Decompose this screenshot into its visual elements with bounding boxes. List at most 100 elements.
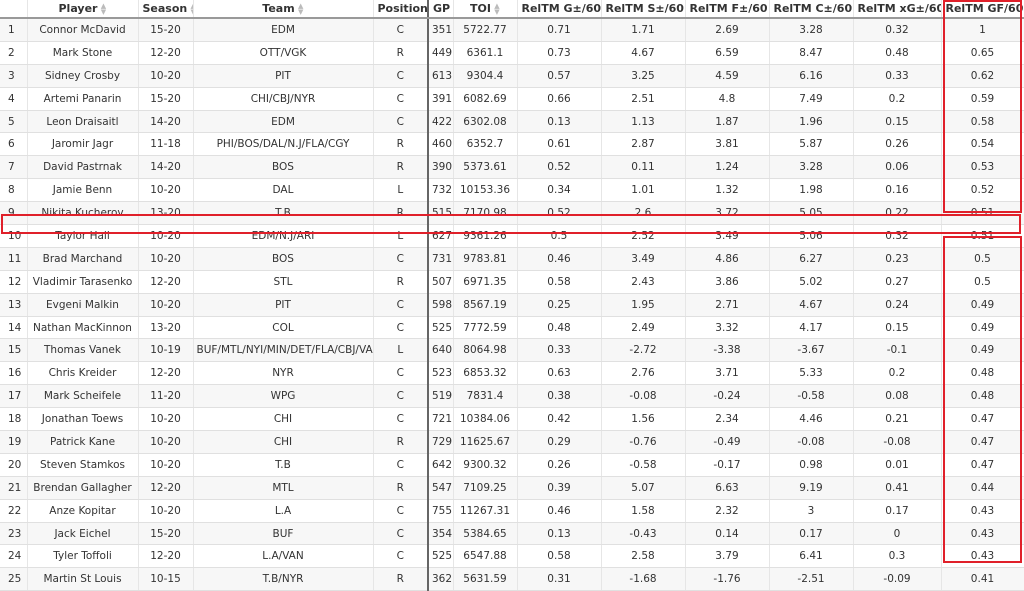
rank-cell: 4 <box>0 87 28 111</box>
reltm-xg-cell: 0.01 <box>853 453 942 477</box>
reltm-f-cell: 1.87 <box>685 110 770 134</box>
season-cell: 12-20 <box>138 544 194 569</box>
season-cell: 10-20 <box>138 178 194 203</box>
toi-cell: 8064.98 <box>453 338 518 363</box>
position-cell: C <box>373 87 429 111</box>
reltm-s-cell: 2.52 <box>601 224 686 248</box>
reltm-f-cell: 1.24 <box>685 155 770 180</box>
table-row[interactable]: 16 Chris Kreider 12-20 NYR C 523 6853.32 0.63 2.… <box>0 361 1024 386</box>
reltm-g-cell: 0.31 <box>517 567 602 591</box>
season-cell: 10-20 <box>138 430 194 454</box>
reltm-f-cell: -3.38 <box>685 338 770 363</box>
reltm-gf-cell: 0.48 <box>941 384 1024 409</box>
column-header-position[interactable]: Position▲▼ <box>373 0 429 19</box>
table-row[interactable]: 14 Nathan MacKinnon 13-20 COL C 525 7772.59 0.4… <box>0 316 1024 340</box>
season-cell: 15-20 <box>138 18 194 42</box>
table-row[interactable]: 7 David Pastrnak 14-20 BOS R 390 5373.61 0.52 0.… <box>0 155 1024 180</box>
reltm-f-cell: -0.49 <box>685 430 770 454</box>
reltm-g-cell: 0.46 <box>517 247 602 271</box>
column-header-reltm-s[interactable]: RelTM S±/60▲▼ <box>601 0 686 19</box>
player-cell: Vladimir Tarasenko <box>27 270 139 294</box>
position-cell: R <box>373 41 429 65</box>
table-row[interactable]: 4 Artemi Panarin 15-20 CHI/CBJ/NYR C 391 6082.… <box>0 87 1024 111</box>
toi-cell: 9304.4 <box>453 64 518 88</box>
team-cell: OTT/VGK <box>193 41 374 65</box>
reltm-f-cell: 2.34 <box>685 407 770 432</box>
table-row[interactable]: 22 Anze Kopitar 10-20 L.A C 755 11267.31 0.46 1.… <box>0 499 1024 523</box>
table-row[interactable]: 3 Sidney Crosby 10-20 PIT C 613 9304.4 0.57 3.25… <box>0 64 1024 88</box>
player-cell: Nathan MacKinnon <box>27 316 139 340</box>
reltm-g-cell: 0.63 <box>517 361 602 386</box>
column-header-reltm-g[interactable]: RelTM G±/60▲▼ <box>517 0 602 19</box>
table-row[interactable]: 24 Tyler Toffoli 12-20 L.A/VAN C 525 6547.88 0.… <box>0 544 1024 569</box>
reltm-s-cell: 0.11 <box>601 155 686 180</box>
table-row[interactable]: 13 Evgeni Malkin 10-20 PIT C 598 8567.19 0.25 1.… <box>0 293 1024 317</box>
table-row[interactable]: 19 Patrick Kane 10-20 CHI R 729 11625.67 0.29 -0… <box>0 430 1024 454</box>
reltm-c-cell: -0.08 <box>769 430 854 454</box>
table-row[interactable]: 11 Brad Marchand 10-20 BOS C 731 9783.81 0.46 3.… <box>0 247 1024 271</box>
table-row[interactable]: 10 Taylor Hall 10-20 EDM/N.J/ARI L 627 9361.26… <box>0 224 1024 248</box>
table-row[interactable]: 25 Martin St Louis 10-15 T.B/NYR R 362 5631.59… <box>0 567 1024 591</box>
rank-cell: 2 <box>0 41 28 65</box>
table-row[interactable]: 2 Mark Stone 12-20 OTT/VGK R 449 6361.1 0.73 4.6… <box>0 41 1024 65</box>
reltm-s-cell: 1.58 <box>601 499 686 523</box>
column-header-player[interactable]: Player ▲ ▼ <box>27 0 139 19</box>
column-header-season[interactable]: Season▲▼ <box>138 0 194 19</box>
table-row[interactable]: 15 Thomas Vanek 10-19 BUF/MTL/NYI/MIN/DET/F… <box>0 338 1024 363</box>
gp-cell: 642 <box>427 453 454 477</box>
season-cell: 12-20 <box>138 476 194 500</box>
rank-cell: 13 <box>0 293 28 317</box>
toi-cell: 6853.32 <box>453 361 518 386</box>
gp-cell: 627 <box>427 224 454 248</box>
column-header-reltm-gf[interactable]: RelTM GF/60▲▼ <box>941 0 1024 19</box>
toi-cell: 9361.26 <box>453 224 518 248</box>
reltm-c-cell: 7.49 <box>769 87 854 111</box>
season-cell: 10-20 <box>138 499 194 523</box>
reltm-gf-cell: 0.43 <box>941 522 1024 546</box>
player-stats-table: Player▲▼Season▲▼Team▲▼Position▲▼GP▲▼TOI▲… <box>0 0 1024 591</box>
table-header-row: Player▲▼Season▲▼Team▲▼Position▲▼GP▲▼TOI▲… <box>0 0 1024 19</box>
team-cell: T.B <box>193 201 374 226</box>
sort-arrows-icon[interactable]: ▲▼ <box>298 3 304 16</box>
reltm-gf-cell: 0.52 <box>941 178 1024 203</box>
column-header-team[interactable]: Team ▲ ▼ <box>193 0 374 19</box>
reltm-s-cell: 4.67 <box>601 41 686 65</box>
table-row[interactable]: 17 Mark Scheifele 11-20 WPG C 519 7831.4 0.38 -0… <box>0 384 1024 409</box>
table-row[interactable]: 23 Jack Eichel 15-20 BUF C 354 5384.65 0.13 -0.4… <box>0 522 1024 546</box>
column-header-reltm-xg[interactable]: RelTM xG±/60▲▼ <box>853 0 942 19</box>
toi-cell: 10384.06 <box>453 407 518 432</box>
reltm-c-cell: 6.41 <box>769 544 854 569</box>
player-cell: Jonathan Toews <box>27 407 139 432</box>
reltm-f-cell: 4.59 <box>685 64 770 88</box>
reltm-s-cell: 1.01 <box>601 178 686 203</box>
reltm-gf-cell: 0.44 <box>941 476 1024 500</box>
table-row[interactable]: 12 Vladimir Tarasenko 12-20 STL R 507 6971.35 0… <box>0 270 1024 294</box>
reltm-g-cell: 0.48 <box>517 316 602 340</box>
table-row[interactable]: 18 Jonathan Toews 10-20 CHI C 721 10384.06 0.42… <box>0 407 1024 432</box>
season-cell: 15-20 <box>138 522 194 546</box>
table-row[interactable]: 20 Steven Stamkos 10-20 T.B C 642 9300.32 0.26-… <box>0 453 1024 477</box>
table-row[interactable]: 8 Jamie Benn 10-20 DAL L 732 10153.36 0.34 1.01 1… <box>0 178 1024 203</box>
table-row[interactable]: 9 Nikita Kucherov 13-20 T.B R 515 7170.98 0.52 2… <box>0 201 1024 226</box>
team-cell: MTL <box>193 476 374 500</box>
column-header-reltm-c[interactable]: RelTM C±/60▲▼ <box>769 0 854 19</box>
reltm-c-cell: 8.47 <box>769 41 854 65</box>
reltm-g-cell: 0.52 <box>517 155 602 180</box>
table-row[interactable]: 6 Jaromir Jagr 11-18 PHI/BOS/DAL/N.J/FLA/CG… <box>0 132 1024 157</box>
reltm-xg-cell: 0.22 <box>853 201 942 226</box>
column-header-toi[interactable]: TOI ▲ ▼ <box>453 0 518 19</box>
gp-cell: 525 <box>427 544 454 569</box>
column-header-gp[interactable]: GP▲▼ <box>427 0 454 19</box>
table-row[interactable]: 5 Leon Draisaitl 14-20 EDM C 422 6302.08 0.13 1.… <box>0 110 1024 134</box>
sort-arrows-icon[interactable]: ▲▼ <box>494 3 500 16</box>
column-header-rank[interactable] <box>0 0 28 19</box>
reltm-gf-cell: 0.5 <box>941 247 1024 271</box>
table-row[interactable]: 1 Connor McDavid 15-20 EDM C 351 5722.77 0.71 1.… <box>0 18 1024 42</box>
toi-cell: 11625.67 <box>453 430 518 454</box>
column-header-reltm-f[interactable]: RelTM F±/60▲▼ <box>685 0 770 19</box>
reltm-f-cell: 1.32 <box>685 178 770 203</box>
sort-arrows-icon[interactable]: ▲▼ <box>100 3 106 16</box>
reltm-g-cell: 0.61 <box>517 132 602 157</box>
table-row[interactable]: 21 Brendan Gallagher 12-20 MTL R 547 7109.25 0.… <box>0 476 1024 500</box>
reltm-c-cell: 9.19 <box>769 476 854 500</box>
